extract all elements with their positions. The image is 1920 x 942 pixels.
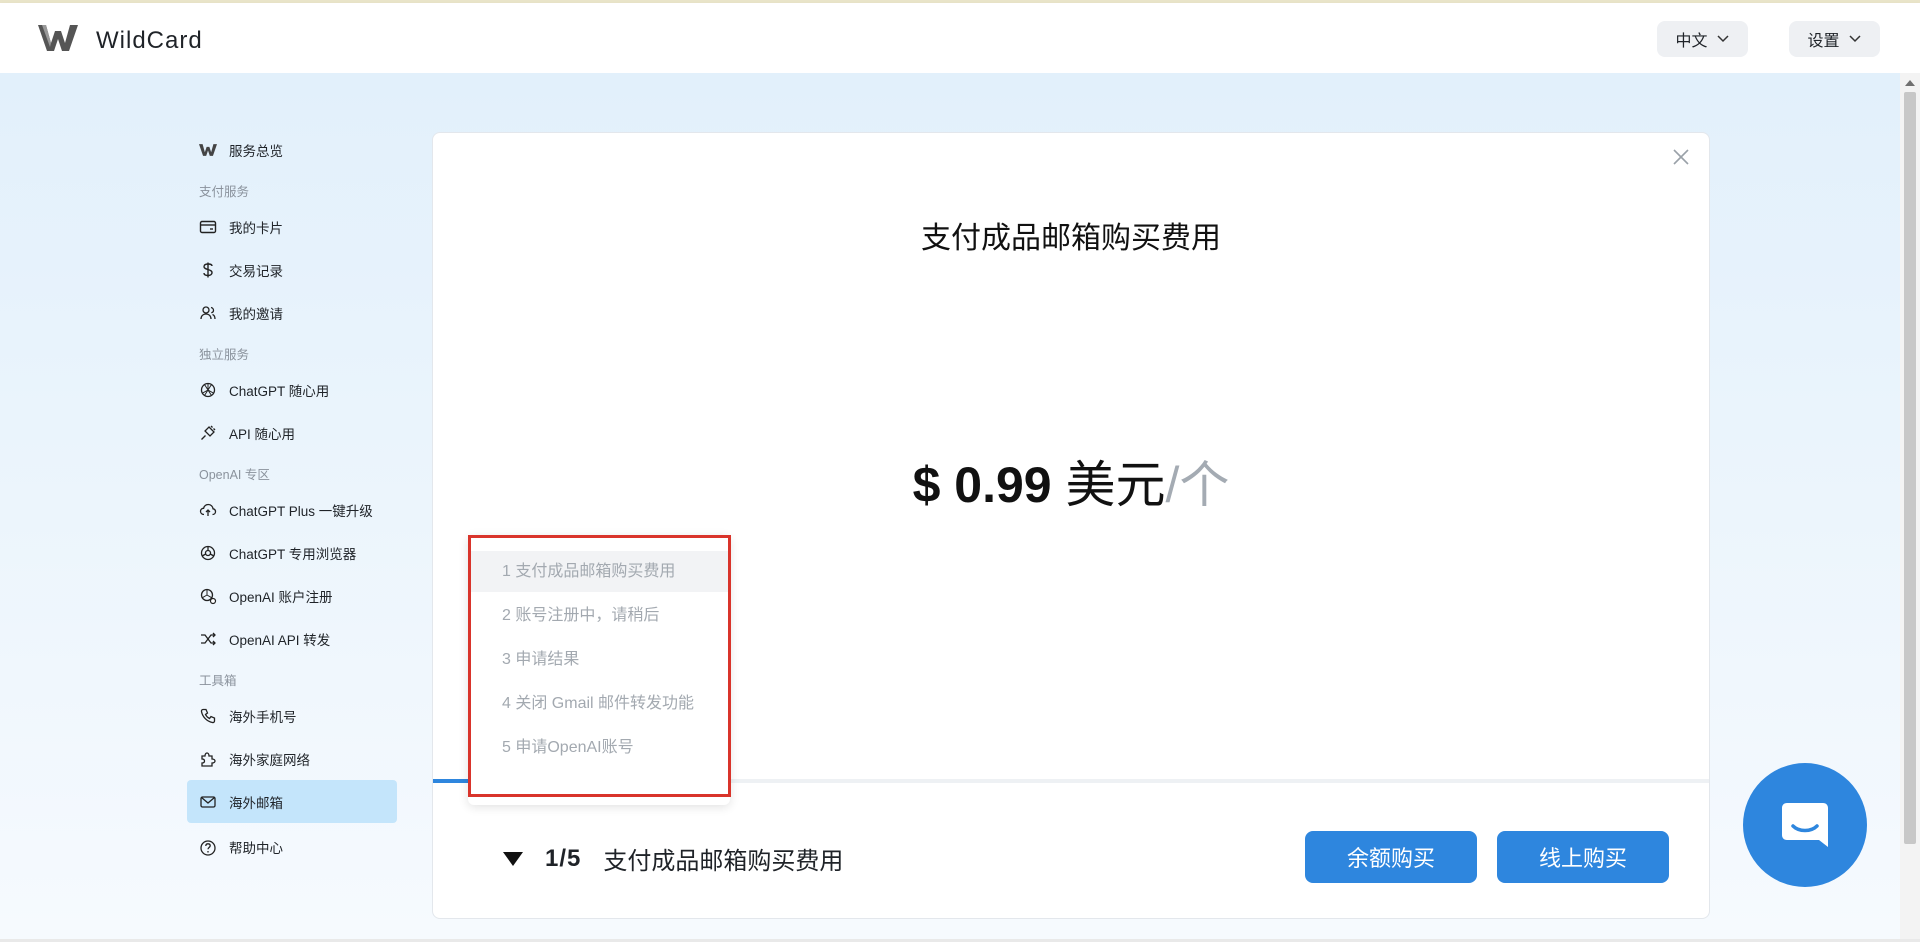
brand-name: WildCard bbox=[96, 27, 203, 54]
browser-icon bbox=[199, 544, 217, 562]
sidebar-item-label: 海外邮箱 bbox=[229, 795, 283, 811]
sidebar-section-title: 独立服务 bbox=[199, 348, 250, 362]
openai-icon bbox=[199, 381, 217, 399]
sidebar-item-openai-api-forward[interactable]: OpenAI API 转发 bbox=[187, 617, 397, 660]
sidebar-section-title: OpenAI 专区 bbox=[199, 468, 270, 482]
sidebar-item-label: 海外手机号 bbox=[229, 709, 297, 725]
account-register-icon bbox=[199, 587, 217, 605]
plug-icon bbox=[199, 424, 217, 442]
sidebar-item-chatgpt-plus-upgrade[interactable]: ChatGPT Plus 一键升级 bbox=[187, 488, 397, 531]
step-count: 1/5 bbox=[545, 844, 582, 872]
online-purchase-button[interactable]: 线上购买 bbox=[1497, 831, 1669, 883]
chat-widget-button[interactable] bbox=[1743, 763, 1867, 887]
users-icon bbox=[199, 304, 217, 322]
step-item-3[interactable]: 3 申请结果 bbox=[468, 639, 730, 680]
mail-icon bbox=[199, 793, 217, 811]
step-item-1[interactable]: 1 支付成品邮箱购买费用 bbox=[468, 551, 730, 592]
sidebar-item-openai-register[interactable]: OpenAI 账户注册 bbox=[187, 574, 397, 617]
sidebar-item-overseas-home-network[interactable]: 海外家庭网络 bbox=[187, 737, 397, 780]
triangle-down-icon bbox=[503, 851, 523, 866]
settings-label: 设置 bbox=[1807, 33, 1840, 50]
wildcard-small-logo-icon bbox=[199, 141, 217, 159]
panel-title: 支付成品邮箱购买费用 bbox=[921, 222, 1221, 255]
step-selector[interactable]: 1/5 支付成品邮箱购买费用 bbox=[503, 841, 843, 876]
step-item-2[interactable]: 2 账号注册中，请稍后 bbox=[468, 595, 730, 636]
chat-bubble-icon bbox=[1782, 803, 1828, 847]
sidebar-item-overseas-email[interactable]: 海外邮箱 bbox=[187, 780, 397, 823]
sidebar-item-label: 交易记录 bbox=[229, 263, 283, 279]
sidebar-item-label: ChatGPT 专用浏览器 bbox=[229, 546, 357, 562]
chevron-down-icon bbox=[1848, 35, 1861, 43]
step-item-5[interactable]: 5 申请OpenAI账号 bbox=[468, 727, 730, 768]
price-unit: /个 bbox=[1165, 457, 1230, 513]
sidebar-item-label: 帮助中心 bbox=[229, 841, 283, 856]
sidebar-item-help-center[interactable]: 帮助中心 bbox=[187, 823, 397, 857]
price-display: $ 0.99 美元/个 bbox=[433, 445, 1709, 517]
help-icon bbox=[199, 839, 217, 857]
card-icon bbox=[199, 218, 217, 236]
step-item-4[interactable]: 4 关闭 Gmail 邮件转发功能 bbox=[468, 683, 730, 724]
scrollbar-thumb[interactable] bbox=[1904, 92, 1916, 844]
sidebar-item-label: OpenAI API 转发 bbox=[229, 632, 331, 648]
language-label: 中文 bbox=[1675, 33, 1708, 50]
language-selector[interactable]: 中文 bbox=[1657, 21, 1748, 57]
sidebar-item-label: 我的邀请 bbox=[229, 306, 283, 322]
sidebar-item-label: 海外家庭网络 bbox=[229, 752, 310, 768]
steps-dropdown-menu: 1 支付成品邮箱购买费用 2 账号注册中，请稍后 3 申请结果 4 关闭 Gma… bbox=[468, 535, 730, 805]
sidebar-section-title: 工具箱 bbox=[199, 674, 237, 688]
scroll-up-arrow-icon[interactable] bbox=[1905, 80, 1915, 86]
sidebar-item-label: ChatGPT 随心用 bbox=[229, 383, 330, 399]
app-header: WildCard 中文 设置 bbox=[0, 3, 1920, 73]
sidebar-item-label: 服务总览 bbox=[229, 143, 283, 159]
balance-purchase-button[interactable]: 余额购买 bbox=[1305, 831, 1477, 883]
sidebar-item-transactions[interactable]: 交易记录 bbox=[187, 248, 397, 291]
current-step-label: 支付成品邮箱购买费用 bbox=[603, 848, 844, 875]
sidebar-item-chatgpt-anytime[interactable]: ChatGPT 随心用 bbox=[187, 368, 397, 411]
sidebar-item-overseas-phone[interactable]: 海外手机号 bbox=[187, 694, 397, 737]
puzzle-icon bbox=[199, 750, 217, 768]
sidebar-nav: 服务总览 支付服务 我的卡片 交易记录 我的邀请 独立服务 ChatGPT 随心… bbox=[187, 128, 397, 857]
sidebar-item-label: 我的卡片 bbox=[229, 220, 283, 236]
settings-menu[interactable]: 设置 bbox=[1789, 21, 1880, 57]
sidebar-item-api-anytime[interactable]: API 随心用 bbox=[187, 411, 397, 454]
sidebar-section-title: 支付服务 bbox=[199, 185, 250, 199]
sidebar-item-label: API 随心用 bbox=[229, 426, 296, 442]
sidebar-item-label: ChatGPT Plus 一键升级 bbox=[229, 503, 373, 519]
sidebar-item-chatgpt-browser[interactable]: ChatGPT 专用浏览器 bbox=[187, 531, 397, 574]
sidebar-item-my-cards[interactable]: 我的卡片 bbox=[187, 205, 397, 248]
close-icon[interactable] bbox=[1671, 147, 1691, 167]
shuffle-icon bbox=[199, 630, 217, 648]
phone-icon bbox=[199, 707, 217, 725]
wildcard-logo-icon bbox=[38, 25, 78, 51]
sidebar-item-overview[interactable]: 服务总览 bbox=[187, 128, 397, 171]
price-amount: $ 0.99 bbox=[912, 457, 1052, 513]
chevron-down-icon bbox=[1716, 35, 1729, 43]
sidebar-item-invites[interactable]: 我的邀请 bbox=[187, 291, 397, 334]
cloud-upload-icon bbox=[199, 501, 217, 519]
dollar-icon bbox=[199, 261, 217, 279]
price-currency: 美元 bbox=[1051, 457, 1166, 513]
sidebar-item-label: OpenAI 账户注册 bbox=[229, 589, 333, 605]
